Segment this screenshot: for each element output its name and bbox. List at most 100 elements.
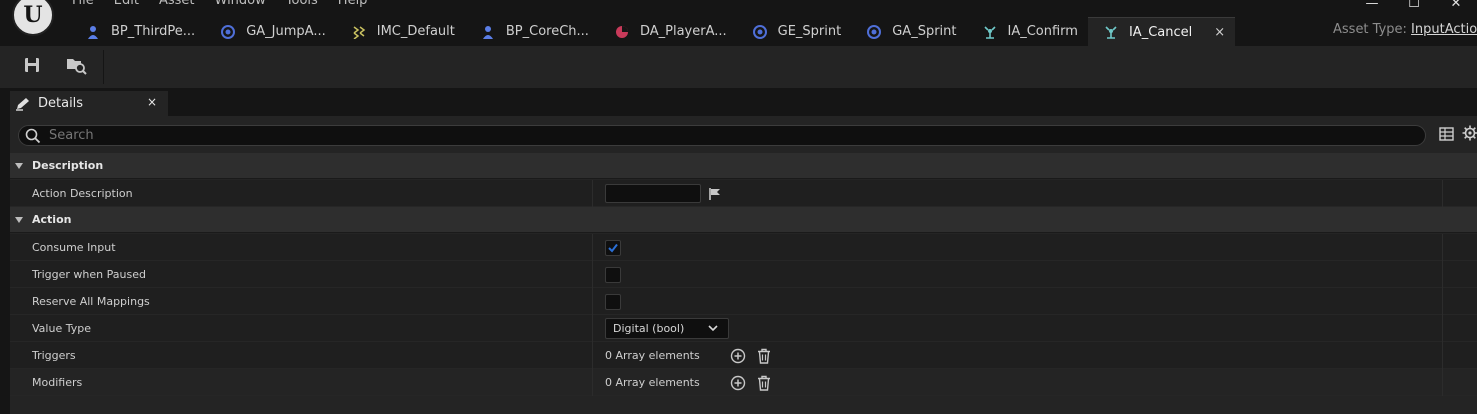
tab-label: IMC_Default <box>376 24 455 39</box>
menu-window[interactable]: Window <box>215 0 266 8</box>
character-icon <box>480 24 496 40</box>
reserve-all-mappings-checkbox[interactable] <box>605 293 621 310</box>
tab-ga-jump[interactable]: GA_JumpA... <box>205 17 336 46</box>
tab-ga-sprint[interactable]: GA_Sprint <box>851 17 966 46</box>
property-value: 0 Array elements <box>605 342 781 369</box>
window-controls: — ☐ ✕ <box>1351 0 1477 13</box>
title-bar: U File Edit Asset Window Tools Help — ☐ … <box>0 0 1477 46</box>
menu-file[interactable]: File <box>72 0 94 8</box>
tab-ia-cancel[interactable]: IA_Cancel × <box>1087 17 1236 46</box>
search-input[interactable] <box>49 128 1349 143</box>
property-label: Reserve All Mappings <box>32 295 150 308</box>
category-action[interactable]: Action <box>10 207 1477 233</box>
menu-help[interactable]: Help <box>338 0 368 8</box>
property-value <box>605 180 722 207</box>
column-divider <box>1442 180 1443 207</box>
details-search-box[interactable] <box>18 125 1426 146</box>
gear-icon <box>1462 125 1477 145</box>
add-element-icon[interactable] <box>729 374 747 392</box>
property-row-consume-input: Consume Input <box>10 234 1477 261</box>
unreal-logo-icon[interactable]: U <box>12 0 54 36</box>
property-row-action-description: Action Description <box>10 180 1477 207</box>
property-value: 0 Array elements <box>605 369 781 396</box>
asset-toolbar <box>0 46 1477 88</box>
tab-ge-sprint[interactable]: GE_Sprint <box>737 17 852 46</box>
column-divider <box>1442 315 1443 342</box>
chevron-down-icon <box>708 323 718 336</box>
tab-bp-corecharacter[interactable]: BP_CoreCh... <box>465 17 599 46</box>
tab-label: IA_Cancel <box>1128 24 1193 40</box>
column-divider <box>1442 288 1443 315</box>
property-row-triggers: Triggers 0 Array elements <box>10 342 1477 369</box>
category-description[interactable]: Description <box>10 153 1477 179</box>
trash-icon[interactable] <box>755 347 773 365</box>
tab-bp-thirdperson[interactable]: BP_ThirdPe... <box>70 17 205 46</box>
main-menu: File Edit Asset Window Tools Help <box>72 0 387 8</box>
table-icon <box>1438 126 1454 145</box>
search-icon <box>25 128 41 144</box>
collapse-arrow-icon <box>14 161 24 171</box>
tab-da-player[interactable]: DA_PlayerA... <box>599 17 737 46</box>
column-divider[interactable] <box>592 261 593 288</box>
column-divider[interactable] <box>592 288 593 315</box>
property-label: Action Description <box>32 187 133 200</box>
save-button[interactable] <box>18 54 46 80</box>
minimize-button[interactable]: — <box>1351 0 1393 13</box>
tab-label: GA_JumpA... <box>246 24 326 39</box>
property-row-reserve-all-mappings: Reserve All Mappings <box>10 288 1477 315</box>
action-description-field[interactable] <box>605 184 701 203</box>
close-details-button[interactable]: × <box>147 95 157 109</box>
close-tab-button[interactable]: × <box>1214 25 1225 40</box>
toolbar-separator <box>103 50 104 84</box>
tab-label: BP_CoreCh... <box>505 24 589 39</box>
details-tab[interactable]: Details × <box>10 91 168 116</box>
trigger-when-paused-checkbox[interactable] <box>605 266 621 283</box>
column-divider[interactable] <box>592 369 593 396</box>
array-count: 0 Array elements <box>605 349 700 362</box>
menu-tools[interactable]: Tools <box>286 0 318 8</box>
property-label: Triggers <box>32 349 76 362</box>
pencil-icon <box>15 97 31 111</box>
collapse-arrow-icon <box>14 215 24 225</box>
browse-to-asset-icon <box>65 55 87 79</box>
menu-edit[interactable]: Edit <box>114 0 139 8</box>
browse-to-asset-button[interactable] <box>62 54 90 80</box>
column-divider[interactable] <box>592 180 593 207</box>
property-matrix-button[interactable] <box>1438 126 1454 145</box>
trash-icon[interactable] <box>755 374 773 392</box>
input-action-icon <box>982 24 998 40</box>
checkmark-icon <box>607 242 619 254</box>
consume-input-checkbox[interactable] <box>605 239 621 256</box>
tab-imc-default[interactable]: IMC_Default <box>336 17 465 46</box>
property-value: Digital (bool) <box>605 315 729 342</box>
settings-button[interactable] <box>1462 125 1477 145</box>
data-asset-icon <box>614 24 630 40</box>
menu-asset[interactable]: Asset <box>159 0 195 8</box>
details-panel: Description Action Description Action Co… <box>10 116 1477 414</box>
value-type-dropdown[interactable]: Digital (bool) <box>605 318 729 339</box>
maximize-button[interactable]: ☐ <box>1393 0 1435 13</box>
tab-ia-confirm[interactable]: IA_Confirm <box>967 17 1088 46</box>
property-label: Trigger when Paused <box>32 268 146 281</box>
character-icon <box>85 24 101 40</box>
column-divider <box>1442 369 1443 396</box>
column-divider[interactable] <box>592 234 593 261</box>
column-divider[interactable] <box>592 315 593 342</box>
input-action-icon <box>1103 24 1119 40</box>
close-window-button[interactable]: ✕ <box>1435 0 1477 13</box>
tab-label: GE_Sprint <box>777 24 842 39</box>
column-divider[interactable] <box>592 342 593 369</box>
property-value <box>605 261 621 288</box>
tab-label: IA_Confirm <box>1007 24 1078 39</box>
array-count: 0 Array elements <box>605 376 700 389</box>
column-divider <box>1442 234 1443 261</box>
localization-flag-icon[interactable] <box>708 187 722 201</box>
property-value <box>605 234 621 261</box>
gameplay-ability-icon <box>866 24 882 40</box>
tab-label: BP_ThirdPe... <box>111 24 196 39</box>
property-row-value-type: Value Type Digital (bool) <box>10 315 1477 342</box>
dropdown-selected-value: Digital (bool) <box>613 322 685 335</box>
input-mapping-icon <box>351 24 367 40</box>
add-element-icon[interactable] <box>729 347 747 365</box>
asset-type-link[interactable]: InputAction <box>1411 22 1477 37</box>
